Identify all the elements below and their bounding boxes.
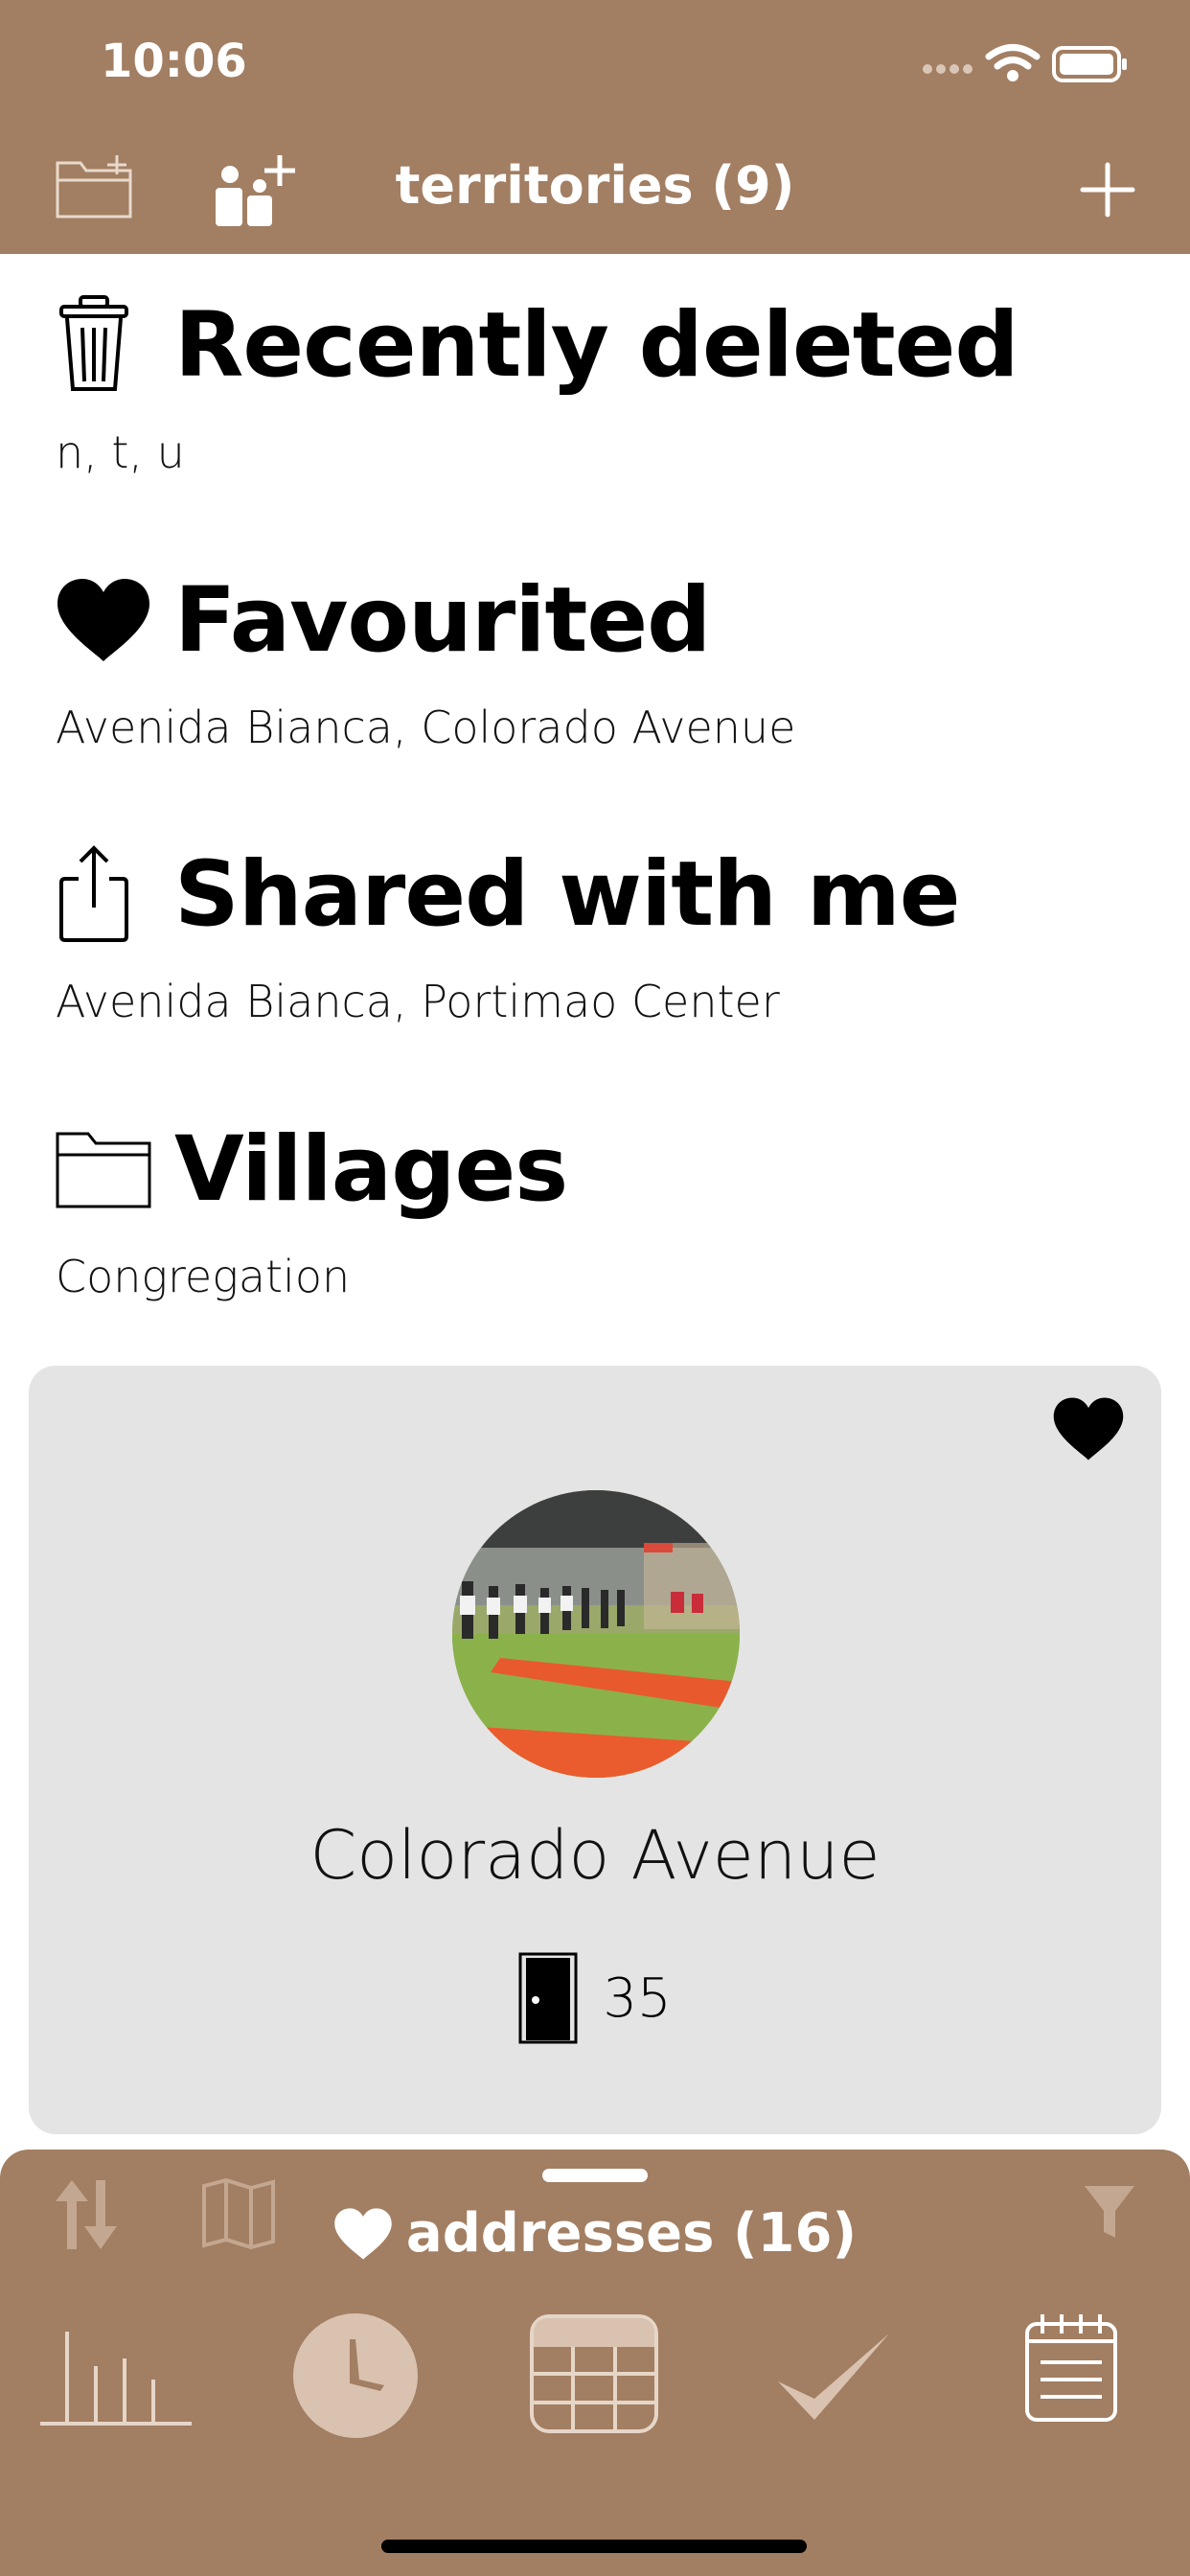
territory-photo <box>452 1490 740 1778</box>
bottom-panel: addresses (16) <box>0 2150 1190 2576</box>
tab-notes-icon[interactable] <box>1023 2312 1119 2424</box>
favourite-heart-icon[interactable] <box>1052 1396 1125 1461</box>
drag-handle[interactable] <box>542 2169 648 2182</box>
tab-history-icon[interactable] <box>292 2312 419 2439</box>
section-title: Recently deleted <box>174 292 1019 398</box>
territory-card[interactable]: Colorado Avenue 35 <box>29 1366 1161 2134</box>
door-icon <box>518 1952 578 2044</box>
section-subtitle: n, t, u <box>56 426 185 478</box>
page-title: territories (9) <box>395 155 795 216</box>
trash-icon <box>59 295 128 391</box>
battery-icon <box>1052 46 1127 82</box>
tab-done-icon[interactable] <box>776 2332 891 2424</box>
address-count: 35 <box>29 1952 1161 2044</box>
top-bar: 10:06 territories (9) <box>0 0 1190 254</box>
section-subtitle: Avenida Bianca, Portimao Center <box>56 976 780 1027</box>
folder-icon <box>56 1132 151 1208</box>
section-favourited[interactable]: Favourited Avenida Bianca, Colorado Aven… <box>56 567 796 754</box>
bottom-panel-title-text: addresses (16) <box>405 2202 858 2265</box>
section-subtitle: Avenida Bianca, Colorado Avenue <box>56 702 796 753</box>
section-recently-deleted[interactable]: Recently deleted n, t, u <box>56 292 1019 479</box>
home-indicator <box>381 2540 807 2553</box>
tab-statistics-icon[interactable] <box>40 2322 194 2427</box>
address-count-value: 35 <box>603 1966 672 2030</box>
territory-name: Colorado Avenue <box>309 1816 881 1895</box>
section-title: Shared with me <box>174 841 961 947</box>
wifi-icon <box>985 44 1041 70</box>
filter-icon[interactable] <box>1083 2184 1136 2242</box>
bottom-panel-title[interactable]: addresses (16) <box>0 2202 1190 2265</box>
section-subtitle: Congregation <box>56 1251 351 1302</box>
add-icon[interactable] <box>1079 161 1136 218</box>
section-title: Villages <box>174 1116 568 1222</box>
heart-icon <box>57 579 149 661</box>
status-icons <box>923 44 1127 82</box>
section-villages[interactable]: Villages Congregation <box>56 1116 568 1303</box>
cellular-signal-icon <box>923 64 973 74</box>
section-title: Favourited <box>174 567 711 673</box>
heart-icon <box>334 2207 392 2260</box>
tab-calendar-grid-icon[interactable] <box>530 2314 658 2433</box>
share-icon <box>59 845 128 942</box>
section-shared-with-me[interactable]: Shared with me Avenida Bianca, Portimao … <box>56 841 961 1028</box>
status-time: 10:06 <box>101 34 247 88</box>
